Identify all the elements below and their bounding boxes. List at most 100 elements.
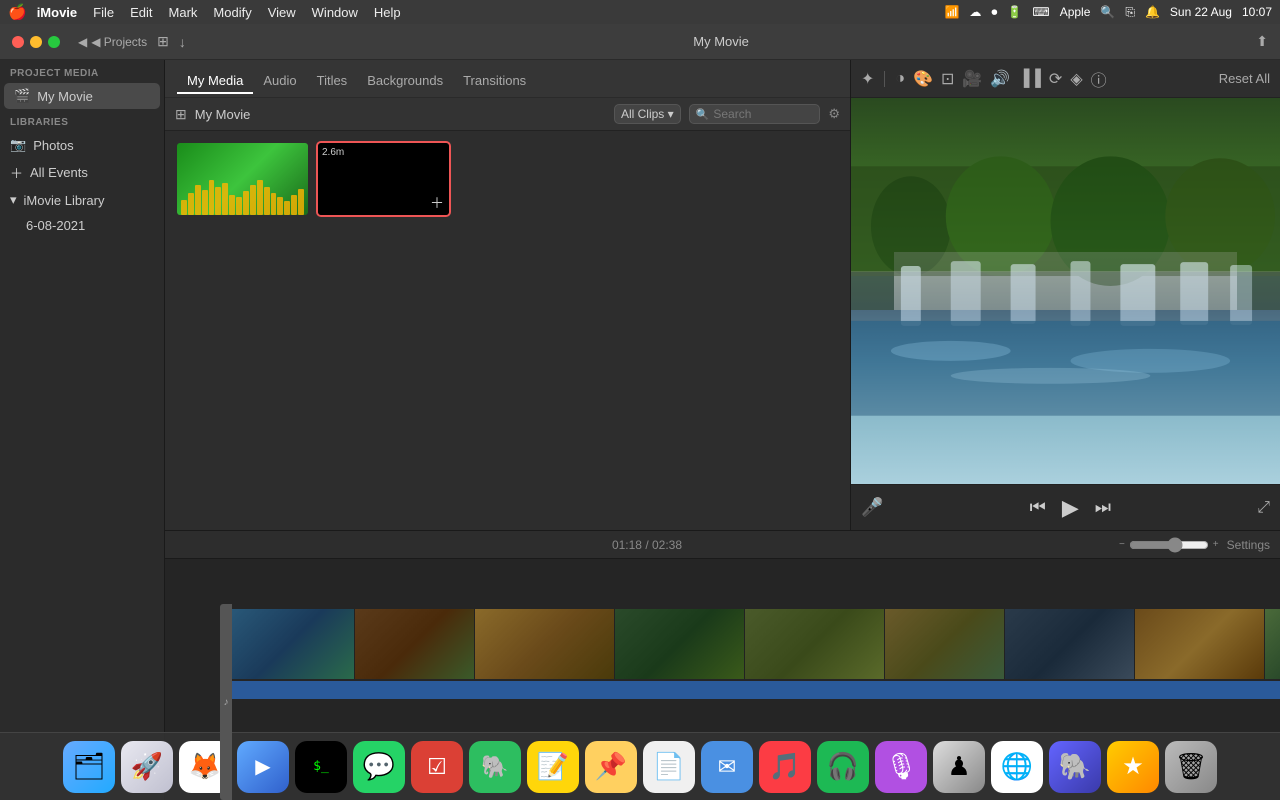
dock-whatsapp[interactable]: 💬 [353,741,405,793]
dock-music[interactable]: 🎵 [759,741,811,793]
film-segment-9[interactable] [1265,609,1280,679]
magic-wand-icon[interactable]: ✦ [861,69,874,89]
film-segment-4[interactable] [615,609,745,679]
all-clips-dropdown[interactable]: All Clips ▾ [614,104,681,124]
tab-transitions[interactable]: Transitions [453,69,536,94]
zoom-in-icon[interactable]: + [1213,539,1219,550]
dock-evernote[interactable]: 🐘 [469,741,521,793]
sidebar-item-imovie-library[interactable]: ▾ iMovie Library [0,187,164,213]
clip-item-1[interactable] [175,141,310,217]
dock-chess[interactable]: ♟ [933,741,985,793]
skip-to-start-icon[interactable]: ⏮ [1030,497,1046,518]
info-icon[interactable]: ⓘ [1091,67,1107,91]
film-segment-6[interactable] [885,609,1005,679]
maximize-button[interactable] [48,36,60,48]
dock-mail[interactable]: ✉ [701,741,753,793]
clips-section: My Media Audio Titles Backgrounds Transi… [165,60,850,530]
sidebar: PROJECT MEDIA 🎬 My Movie LIBRARIES 📷 Pho… [0,60,165,800]
share-icon[interactable]: ⬆ [1256,33,1268,50]
battery-icon: 🔋 [1007,5,1022,19]
noise-reduction-icon[interactable]: ▐▐ [1018,70,1041,88]
minimize-button[interactable] [30,36,42,48]
film-segment-8[interactable] [1135,609,1265,679]
skip-to-end-icon[interactable]: ⏭ [1095,497,1111,518]
menu-view[interactable]: View [268,5,296,20]
settings-gear-icon[interactable]: ⚙ [828,106,840,122]
tab-my-media[interactable]: My Media [177,69,253,94]
menu-edit[interactable]: Edit [130,5,152,20]
clips-toggle-icon[interactable]: ⊞ [175,106,187,123]
clips-panel: ⊞ My Movie All Clips ▾ 🔍 ⚙ [165,98,850,530]
film-segment-7[interactable] [1005,609,1135,679]
speed-icon[interactable]: ⟳ [1049,69,1062,89]
timeline-left-handle[interactable]: ♪ [220,604,232,800]
sidebar-item-date[interactable]: 6-08-2021 [0,213,164,238]
app-name[interactable]: iMovie [37,5,77,20]
crop-icon[interactable]: ⊡ [941,69,954,89]
dock: 🗂 🚀 🦊 ▶ $_ 💬 ☑ 🐘 📝 📌 📄 ✉ 🎵 🎧 🎙 ♟ 🌐 🐘 ★ 🗑 [0,732,1280,800]
dock-texteditor[interactable]: 📄 [643,741,695,793]
dock-todoist[interactable]: ☑ [411,741,463,793]
film-segment-5[interactable] [745,609,885,679]
media-icon: ⏺ [991,5,997,20]
dock-spotify[interactable]: 🎧 [817,741,869,793]
zoom-slider[interactable] [1129,537,1209,553]
tab-titles[interactable]: Titles [307,69,358,94]
sidebar-item-all-events[interactable]: ＋ All Events [0,158,164,187]
dock-trash[interactable]: 🗑 [1165,741,1217,793]
layout-toggle[interactable]: ⊞ [157,33,169,50]
play-button[interactable]: ▶ [1062,495,1079,521]
microphone-icon[interactable]: 🎤 [861,497,883,518]
film-segment-3[interactable] [475,609,615,679]
datetime: Sun 22 Aug 10:07 [1170,5,1272,19]
clip-item-2[interactable]: 2.6m ＋ [316,141,451,217]
apple-id[interactable]: Apple [1060,5,1091,19]
notification-icon[interactable]: 🔔 [1145,5,1160,19]
color-board-icon[interactable]: ◈ [1070,69,1082,89]
dock-swift-playgrounds[interactable]: ▶ [237,741,289,793]
sidebar-item-my-movie[interactable]: 🎬 My Movie [4,83,160,109]
dock-stickies[interactable]: 📌 [585,741,637,793]
tab-backgrounds[interactable]: Backgrounds [357,69,453,94]
clip-add-button[interactable]: ＋ [428,194,446,212]
dock-launchpad[interactable]: 🚀 [121,741,173,793]
timeline-track [225,609,1280,709]
dock-podcasts[interactable]: 🎙 [875,741,927,793]
dock-reeder[interactable]: ★ [1107,741,1159,793]
search-icon[interactable]: 🔍 [1100,5,1115,19]
audio-track [225,681,1280,699]
left-content: My Media Audio Titles Backgrounds Transi… [165,60,1280,800]
clips-grid: 2.6m ＋ [165,131,850,530]
dock-finder[interactable]: 🗂 [63,741,115,793]
film-segment-2[interactable] [355,609,475,679]
menu-help[interactable]: Help [374,5,401,20]
search-input[interactable] [713,107,813,121]
icloud-icon: ☁ [969,5,981,19]
zoom-out-icon[interactable]: − [1119,539,1125,550]
main-area: PROJECT MEDIA 🎬 My Movie LIBRARIES 📷 Pho… [0,60,1280,800]
menu-modify[interactable]: Modify [213,5,251,20]
tab-audio[interactable]: Audio [253,69,306,94]
menu-file[interactable]: File [93,5,114,20]
sidebar-movie-label: My Movie [37,89,93,104]
menu-window[interactable]: Window [312,5,358,20]
dock-mastonaut[interactable]: 🐘 [1049,741,1101,793]
dock-terminal[interactable]: $_ [295,741,347,793]
sort-icon[interactable]: ↓ [179,34,186,50]
fullscreen-icon[interactable]: ⤢ [1257,499,1270,517]
control-icon[interactable]: ⎘ [1125,5,1135,20]
apple-menu-icon[interactable]: 🍎 [8,3,27,21]
dock-chrome[interactable]: 🌐 [991,741,1043,793]
reset-all-button[interactable]: Reset All [1219,71,1270,86]
close-button[interactable] [12,36,24,48]
film-segment-1[interactable] [225,609,355,679]
back-button[interactable]: ◀ ◀ Projects [78,35,147,49]
volume-icon[interactable]: 🔊 [990,69,1010,89]
color-correction-icon[interactable]: 🎨 [913,69,933,89]
dock-notes[interactable]: 📝 [527,741,579,793]
settings-button[interactable]: Settings [1227,538,1270,552]
color-balance-icon[interactable]: ◑ [895,70,905,88]
menu-mark[interactable]: Mark [169,5,198,20]
sidebar-item-photos[interactable]: 📷 Photos [0,132,164,158]
stabilization-icon[interactable]: 🎥 [962,69,982,89]
